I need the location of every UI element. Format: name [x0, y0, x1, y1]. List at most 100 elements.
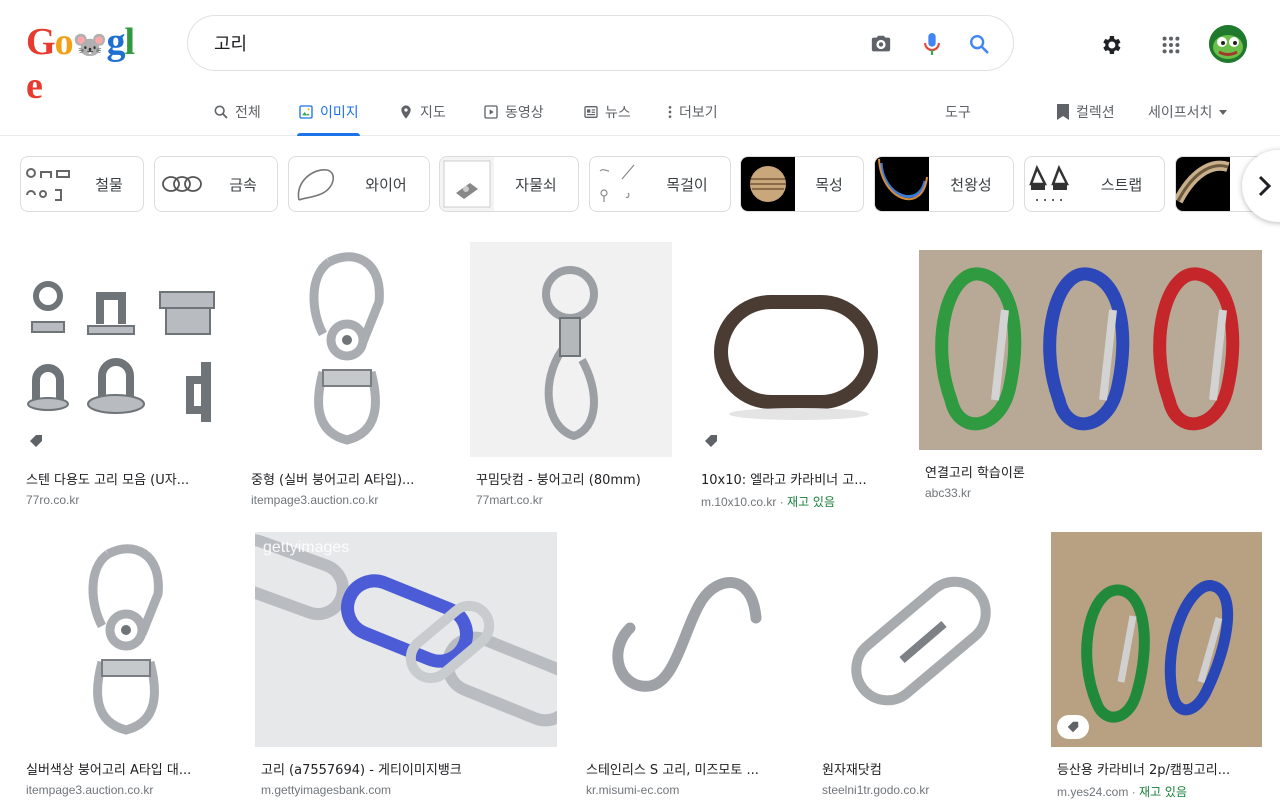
tab-label: 동영상: [505, 105, 544, 121]
more-icon: [668, 106, 672, 118]
tab-label: 지도: [420, 105, 446, 121]
tab-all[interactable]: 전체: [213, 88, 261, 136]
chip-thumbnail: [590, 157, 644, 211]
chip-uranus[interactable]: 천왕성: [874, 156, 1014, 212]
chip-thumbnail: [875, 157, 929, 211]
result-title[interactable]: 꾸밈닷컴 - 붕어고리 (80mm): [476, 469, 672, 488]
result-card[interactable]: 중형 (실버 붕어고리 A타입)... itempage3.auction.co…: [245, 242, 447, 507]
result-source: kr.misumi-ec.com: [586, 783, 680, 797]
result-title[interactable]: 스테인리스 S 고리, 미즈모토 ...: [586, 759, 792, 778]
chip-label: 천왕성: [950, 175, 992, 194]
chevron-right-icon: [1258, 175, 1272, 197]
result-title[interactable]: 고리 (a7557694) - 게티이미지뱅크: [261, 759, 557, 778]
chip-wire[interactable]: 와이어: [288, 156, 430, 212]
result-image[interactable]: [1051, 532, 1262, 747]
result-image[interactable]: [816, 532, 1027, 747]
in-stock-label: 재고 있음: [787, 495, 836, 509]
apps-icon[interactable]: [1153, 27, 1189, 63]
tab-label: 뉴스: [605, 105, 631, 121]
result-card[interactable]: 실버색상 붕어고리 A타입 대... itempage3.auction.co.…: [20, 532, 231, 797]
chip-label: 금속: [229, 175, 257, 194]
result-card[interactable]: 스텐 다용도 고리 모음 (U자... 77ro.co.kr: [20, 242, 222, 507]
chip-lock[interactable]: 자물쇠: [439, 156, 579, 212]
result-source: 77mart.co.kr: [476, 493, 543, 507]
result-card[interactable]: 연결고리 학습이론 abc33.kr: [919, 250, 1262, 500]
result-image[interactable]: [20, 242, 222, 457]
chip-label: 철물: [95, 175, 123, 194]
result-title[interactable]: 실버색상 붕어고리 A타입 대...: [26, 759, 231, 778]
result-image[interactable]: [695, 242, 897, 457]
chip-jupiter[interactable]: 목성: [740, 156, 864, 212]
chip-thumbnail: [289, 157, 343, 211]
result-card[interactable]: 등산용 카라비너 2p/캠핑고리... m.yes24.com · 재고 있음: [1051, 532, 1262, 800]
result-source: m.10x10.co.kr · 재고 있음: [701, 495, 836, 509]
chip-hardware[interactable]: 철물: [20, 156, 144, 212]
chip-strap[interactable]: 스트랩: [1024, 156, 1165, 212]
google-doodle-logo[interactable]: Go🐭gle: [26, 20, 135, 107]
result-title[interactable]: 등산용 카라비너 2p/캠핑고리...: [1057, 759, 1262, 778]
tab-images[interactable]: 이미지: [297, 88, 360, 136]
bookmark-icon: [1057, 104, 1069, 120]
result-image[interactable]: [245, 242, 447, 457]
result-title[interactable]: 10x10: 엘라고 카라비너 고...: [701, 469, 897, 488]
tag-icon: [30, 435, 42, 447]
tab-more[interactable]: 더보기: [667, 88, 718, 136]
search-icon[interactable]: [966, 31, 992, 57]
result-title[interactable]: 원자재닷컴: [822, 759, 1027, 778]
tag-icon: [705, 435, 717, 447]
search-icon: [214, 105, 228, 119]
chip-metal[interactable]: 금속: [154, 156, 278, 212]
tab-label: 도구: [945, 105, 971, 121]
result-source: abc33.kr: [925, 486, 972, 500]
collections-button[interactable]: 컬렉션: [1056, 88, 1115, 136]
result-source: steelni1tr.godo.co.kr: [822, 783, 930, 797]
chip-label: 목걸이: [666, 175, 708, 194]
result-image[interactable]: [919, 250, 1262, 450]
result-card[interactable]: 꾸밈닷컴 - 붕어고리 (80mm) 77mart.co.kr: [470, 242, 672, 507]
gettyimages-watermark: gettyimages: [263, 539, 349, 556]
chip-label: 스트랩: [1100, 175, 1143, 194]
chip-thumbnail: [1025, 157, 1079, 211]
result-source: itempage3.auction.co.kr: [26, 783, 154, 797]
camera-icon[interactable]: [868, 31, 894, 57]
tab-news[interactable]: 뉴스: [583, 88, 631, 136]
search-tabs: 전체 이미지 지도 동영상 뉴스 더보기 도구 컬렉션 세이프서치: [0, 88, 1280, 136]
result-title[interactable]: 중형 (실버 붕어고리 A타입)...: [251, 469, 447, 488]
result-title[interactable]: 스텐 다용도 고리 모음 (U자...: [26, 469, 222, 488]
header: Go🐭gle: [0, 0, 1280, 107]
result-image[interactable]: [580, 532, 792, 747]
result-source: 77ro.co.kr: [26, 493, 80, 507]
result-card[interactable]: 10x10: 엘라고 카라비너 고... m.10x10.co.kr · 재고 …: [695, 242, 897, 510]
pin-icon: [401, 105, 411, 119]
result-card[interactable]: gettyimages 고리 (a7557694) - 게티이미지뱅크 m.ge…: [255, 532, 557, 797]
chip-label: 와이어: [365, 175, 407, 194]
search-input[interactable]: [214, 30, 854, 56]
tab-label: 더보기: [679, 105, 718, 121]
chip-necklace[interactable]: 목걸이: [589, 156, 731, 212]
mic-icon[interactable]: [919, 31, 945, 57]
avatar[interactable]: [1209, 25, 1247, 63]
tab-label: 세이프서치: [1148, 105, 1213, 121]
chip-label: 목성: [815, 175, 843, 194]
tools-button[interactable]: 도구: [945, 88, 971, 136]
chip-thumbnail: [1176, 157, 1230, 211]
result-card[interactable]: 스테인리스 S 고리, 미즈모토 ... kr.misumi-ec.com: [580, 532, 792, 797]
result-image[interactable]: gettyimages: [255, 532, 557, 747]
image-icon: [299, 105, 313, 119]
result-image[interactable]: [20, 532, 231, 747]
gear-icon[interactable]: [1093, 27, 1129, 63]
safesearch-button[interactable]: 세이프서치: [1148, 88, 1228, 136]
tab-label: 컬렉션: [1076, 105, 1115, 121]
tab-maps[interactable]: 지도: [398, 88, 446, 136]
caret-down-icon: [1219, 110, 1228, 115]
related-chips: 철물 금속 와이어 자물쇠 목걸이 목성 천왕성 스트랩: [0, 148, 1280, 220]
result-source: itempage3.auction.co.kr: [251, 493, 379, 507]
result-source: m.gettyimagesbank.com: [261, 783, 392, 797]
chip-thumbnail: [155, 157, 209, 211]
tab-videos[interactable]: 동영상: [483, 88, 544, 136]
chip-thumbnail: [741, 157, 795, 211]
chip-label: 자물쇠: [515, 175, 557, 194]
result-image[interactable]: [470, 242, 672, 457]
result-title[interactable]: 연결고리 학습이론: [925, 462, 1262, 481]
result-card[interactable]: 원자재닷컴 steelni1tr.godo.co.kr: [816, 532, 1027, 797]
